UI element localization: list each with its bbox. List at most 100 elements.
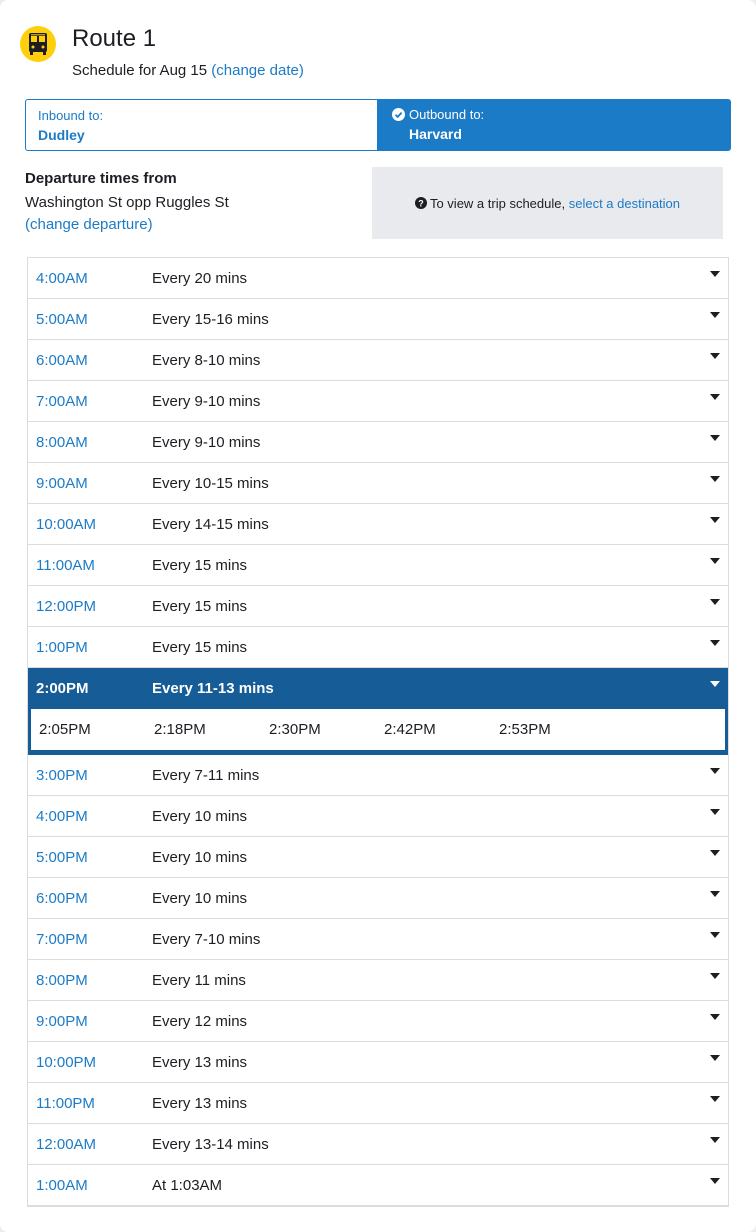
schedule-row[interactable]: 10:00AM Every 14-15 mins	[28, 504, 728, 545]
trip-time[interactable]: 2:53PM	[499, 721, 614, 738]
caret-down-icon[interactable]	[710, 640, 720, 646]
schedule-row[interactable]: 6:00AM Every 8-10 mins	[28, 340, 728, 381]
departure-info: Departure times from Washington St opp R…	[25, 169, 355, 236]
hour-time: 3:00PM	[36, 766, 88, 784]
caret-down-icon[interactable]	[710, 891, 720, 897]
schedule-row[interactable]: 4:00AM Every 20 mins	[28, 258, 728, 299]
schedule-row[interactable]: 11:00PM Every 13 mins	[28, 1083, 728, 1124]
caret-down-icon[interactable]	[710, 973, 720, 979]
caret-down-icon[interactable]	[710, 599, 720, 605]
frequency: Every 12 mins	[152, 1012, 248, 1030]
svg-text:?: ?	[418, 198, 424, 208]
caret-down-icon[interactable]	[710, 932, 720, 938]
caret-down-icon[interactable]	[710, 1178, 720, 1184]
frequency: Every 9-10 mins	[152, 433, 261, 451]
schedule-row[interactable]: 3:00PM Every 7-11 mins	[28, 755, 728, 796]
bus-icon	[20, 26, 56, 62]
schedule-row[interactable]: 8:00AM Every 9-10 mins	[28, 422, 728, 463]
schedule-row[interactable]: 10:00PM Every 13 mins	[28, 1042, 728, 1083]
trip-times-list: 2:05PM 2:18PM 2:30PM 2:42PM 2:53PM	[31, 709, 725, 750]
schedule-row[interactable]: 12:00AM Every 13-14 mins	[28, 1124, 728, 1165]
schedule-row[interactable]: 1:00AM At 1:03AM	[28, 1165, 728, 1206]
frequency: Every 15-16 mins	[152, 310, 269, 328]
hour-time: 6:00AM	[36, 351, 88, 369]
inbound-destination: Dudley	[38, 127, 85, 143]
frequency: Every 10-15 mins	[152, 474, 269, 492]
hour-time: 7:00AM	[36, 392, 88, 410]
caret-down-icon[interactable]	[710, 394, 720, 400]
select-destination-link[interactable]: select a destination	[569, 196, 680, 211]
schedule-row[interactable]: 9:00PM Every 12 mins	[28, 1001, 728, 1042]
hour-time: 7:00PM	[36, 930, 88, 948]
hour-time: 11:00AM	[36, 556, 95, 574]
schedule-row[interactable]: 2:00PM Every 11-13 mins	[28, 668, 728, 709]
hour-time: 1:00AM	[36, 1176, 88, 1194]
schedule-row[interactable]: 7:00PM Every 7-10 mins	[28, 919, 728, 960]
hour-time: 4:00AM	[36, 269, 88, 287]
inbound-option[interactable]: Inbound to: Dudley	[25, 99, 378, 151]
caret-down-icon[interactable]	[710, 1096, 720, 1102]
caret-down-icon[interactable]	[710, 312, 720, 318]
trip-time[interactable]: 2:30PM	[269, 721, 384, 738]
hour-time: 9:00PM	[36, 1012, 88, 1030]
caret-down-icon[interactable]	[710, 476, 720, 482]
hour-time: 6:00PM	[36, 889, 88, 907]
frequency: Every 10 mins	[152, 889, 248, 907]
hour-time: 8:00PM	[36, 971, 88, 989]
schedule-row[interactable]: 1:00PM Every 15 mins	[28, 627, 728, 668]
caret-down-icon[interactable]	[710, 271, 720, 277]
caret-down-icon[interactable]	[710, 768, 720, 774]
frequency: Every 7-10 mins	[152, 930, 261, 948]
frequency: Every 10 mins	[152, 848, 248, 866]
frequency: Every 15 mins	[152, 597, 248, 615]
caret-down-icon[interactable]	[710, 353, 720, 359]
schedule-row[interactable]: 8:00PM Every 11 mins	[28, 960, 728, 1001]
caret-down-icon[interactable]	[710, 517, 720, 523]
hour-time: 4:00PM	[36, 807, 88, 825]
frequency: Every 14-15 mins	[152, 515, 269, 533]
outbound-label: Outbound to:	[409, 107, 485, 122]
schedule-row[interactable]: 6:00PM Every 10 mins	[28, 878, 728, 919]
schedule-row[interactable]: 5:00AM Every 15-16 mins	[28, 299, 728, 340]
frequency: Every 15 mins	[152, 556, 248, 574]
route-header: Route 1 Schedule for Aug 15 (change date…	[20, 24, 720, 84]
change-departure-link[interactable]: (change departure)	[25, 214, 355, 236]
hour-time: 1:00PM	[36, 638, 88, 656]
question-icon: ?	[414, 197, 427, 209]
caret-down-icon[interactable]	[710, 1014, 720, 1020]
route-title: Route 1	[72, 25, 157, 52]
schedule-row[interactable]: 11:00AM Every 15 mins	[28, 545, 728, 586]
caret-down-icon[interactable]	[710, 558, 720, 564]
hour-time: 9:00AM	[36, 474, 88, 492]
schedule-row[interactable]: 5:00PM Every 10 mins	[28, 837, 728, 878]
schedule-date: Schedule for Aug 15	[72, 62, 208, 79]
caret-down-icon[interactable]	[710, 1137, 720, 1143]
schedule-row[interactable]: 9:00AM Every 10-15 mins	[28, 463, 728, 504]
schedule-row[interactable]: 12:00PM Every 15 mins	[28, 586, 728, 627]
caret-down-icon[interactable]	[710, 850, 720, 856]
direction-toggle: Inbound to: Dudley Outbound to: Harvard	[25, 99, 731, 151]
hour-time: 12:00PM	[36, 597, 97, 615]
hour-time: 8:00AM	[36, 433, 88, 451]
schedule-card: Route 1 Schedule for Aug 15 (change date…	[0, 0, 756, 1232]
caret-down-icon[interactable]	[710, 1055, 720, 1061]
hour-time: 11:00PM	[36, 1094, 95, 1112]
change-date-link[interactable]: (change date)	[211, 62, 304, 79]
caret-down-icon[interactable]	[710, 681, 720, 687]
hour-time: 2:00PM	[36, 680, 89, 697]
trip-time[interactable]: 2:42PM	[384, 721, 499, 738]
schedule-row[interactable]: 4:00PM Every 10 mins	[28, 796, 728, 837]
trip-time[interactable]: 2:05PM	[39, 721, 154, 738]
frequency: Every 9-10 mins	[152, 392, 261, 410]
caret-down-icon[interactable]	[710, 435, 720, 441]
outbound-option[interactable]: Outbound to: Harvard	[378, 99, 731, 151]
schedule-row[interactable]: 7:00AM Every 9-10 mins	[28, 381, 728, 422]
frequency: Every 11 mins	[152, 971, 246, 989]
hour-time: 12:00AM	[36, 1135, 97, 1153]
frequency: At 1:03AM	[152, 1176, 223, 1194]
hour-time: 10:00PM	[36, 1053, 97, 1071]
trip-time[interactable]: 2:18PM	[154, 721, 269, 738]
expanded-trips: 2:05PM 2:18PM 2:30PM 2:42PM 2:53PM	[28, 709, 728, 755]
caret-down-icon[interactable]	[710, 809, 720, 815]
departure-stop: Washington St opp Ruggles St	[25, 194, 229, 211]
